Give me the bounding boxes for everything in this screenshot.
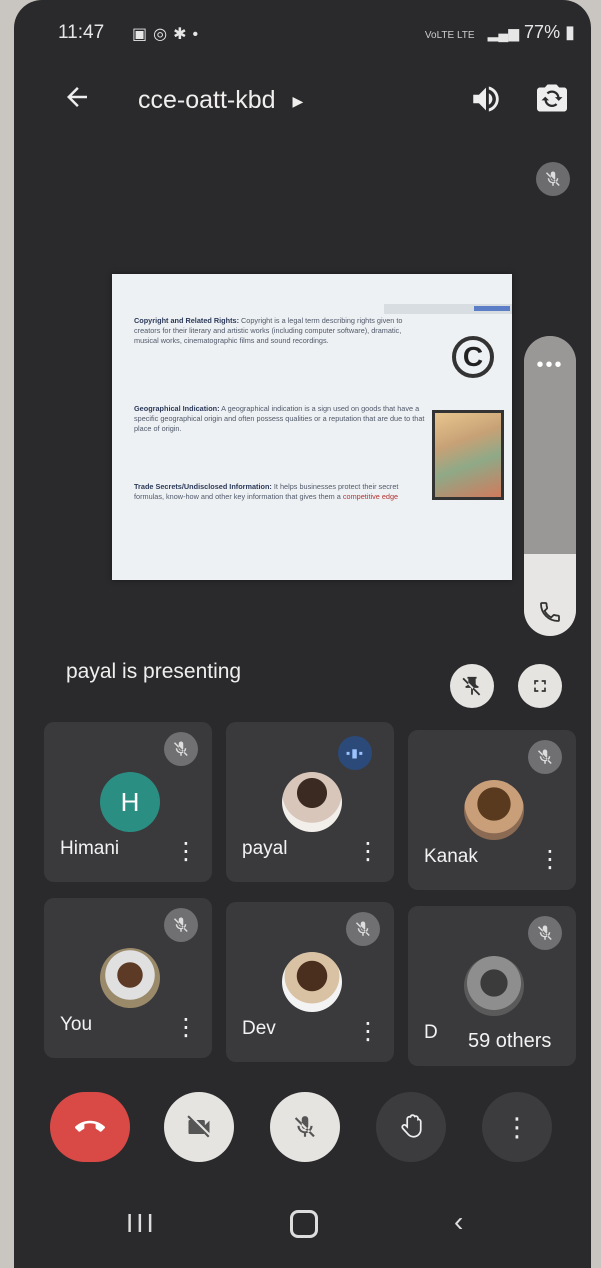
status-bar: 11:47 ▣◎✱• VoLTE LTE ▂▄▆ 77% ▮ xyxy=(58,18,575,48)
participant-name: payal xyxy=(242,838,288,859)
dot-icon: • xyxy=(192,26,205,43)
presenting-label: payal is presenting xyxy=(66,660,242,683)
home-button[interactable] xyxy=(290,1210,318,1238)
battery-icon: ▮ xyxy=(565,22,575,42)
others-count-label[interactable]: 59 others xyxy=(462,1026,558,1057)
speaking-indicator-icon: ▪▮▪ xyxy=(338,736,372,770)
meeting-title[interactable]: cce-oatt-kbd ▶ xyxy=(138,86,303,115)
p3-highlight: competitive edge xyxy=(342,492,399,501)
avatar xyxy=(282,952,342,1012)
fullscreen-icon[interactable] xyxy=(518,664,562,708)
mic-off-icon xyxy=(346,912,380,946)
artwork-image xyxy=(432,410,504,500)
phone-screen: 11:47 ▣◎✱• VoLTE LTE ▂▄▆ 77% ▮ cce-oatt-… xyxy=(14,0,591,1268)
caret-right-icon: ▶ xyxy=(292,92,304,109)
more-vert-icon[interactable]: ⋮ xyxy=(538,848,562,872)
notification-icons: ▣◎✱• xyxy=(132,24,204,44)
signal-icon: ▂▄▆ xyxy=(487,25,520,41)
mic-off-icon xyxy=(528,916,562,950)
mic-off-icon xyxy=(528,740,562,774)
status-time: 11:47 xyxy=(58,22,105,43)
slide-paragraph-trade-secrets: Trade Secrets/Undisclosed Information: I… xyxy=(134,482,430,502)
avatar xyxy=(464,780,524,840)
participant-name: D xyxy=(424,1022,438,1043)
participant-name: Himani xyxy=(60,838,120,859)
meeting-code: cce-oatt-kbd xyxy=(138,86,276,114)
participant-tile-kanak[interactable]: Kanak ⋮ xyxy=(408,730,576,890)
slide-paragraph-gi: Geographical Indication: A geographical … xyxy=(134,404,430,434)
participant-tile-himani[interactable]: H Himani ⋮ xyxy=(44,722,212,882)
more-vert-icon[interactable]: ⋮ xyxy=(174,840,198,864)
unpin-icon[interactable] xyxy=(450,664,494,708)
back-arrow-icon[interactable] xyxy=(62,82,96,116)
presenter-mic-off-icon xyxy=(536,162,570,196)
switch-camera-icon[interactable] xyxy=(534,80,572,118)
presentation-slide[interactable]: Copyright and Related Rights: Copyright … xyxy=(112,274,512,580)
android-nav-bar: III ‹ xyxy=(14,1200,591,1260)
gallery-icon: ▣ xyxy=(132,26,154,43)
more-vert-icon[interactable]: ⋮ xyxy=(356,840,380,864)
more-vert-icon[interactable]: ⋮ xyxy=(174,1016,198,1040)
back-nav-icon[interactable]: ‹ xyxy=(454,1206,463,1238)
avatar xyxy=(282,772,342,832)
mic-off-icon xyxy=(164,908,198,942)
copyright-symbol-icon: C xyxy=(452,336,494,378)
more-options-button[interactable]: ⋮ xyxy=(482,1092,552,1162)
battery-text: 77% xyxy=(524,22,561,42)
avatar: H xyxy=(100,772,160,832)
participant-tile-dev[interactable]: Dev ⋮ xyxy=(226,902,394,1062)
p2-title: Geographical Indication: xyxy=(134,404,220,413)
slide-paragraph-copyright: Copyright and Related Rights: Copyright … xyxy=(134,316,424,346)
avatar xyxy=(100,948,160,1008)
status-right: VoLTE LTE ▂▄▆ 77% ▮ xyxy=(425,22,575,43)
mic-off-button[interactable] xyxy=(270,1092,340,1162)
whatsapp-icon: ◎ xyxy=(153,26,174,43)
end-call-button[interactable] xyxy=(50,1092,130,1162)
side-call-panel[interactable]: ••• xyxy=(524,336,576,636)
participant-name: Dev xyxy=(242,1018,276,1039)
participant-tile-payal[interactable]: ▪▮▪ payal ⋮ xyxy=(226,722,394,882)
panel-more-icon[interactable]: ••• xyxy=(524,354,576,377)
speaker-icon[interactable] xyxy=(469,82,505,118)
slide-toolbar-strip xyxy=(384,304,512,314)
participant-name: Kanak xyxy=(424,846,478,867)
meeting-top-bar: cce-oatt-kbd ▶ xyxy=(14,70,591,130)
phone-handset-icon[interactable] xyxy=(538,600,562,624)
pinwheel-icon: ✱ xyxy=(173,26,193,43)
participant-name: You xyxy=(60,1014,93,1035)
raise-hand-button[interactable] xyxy=(376,1092,446,1162)
p3-title: Trade Secrets/Undisclosed Information: xyxy=(134,482,272,491)
participant-tile-you[interactable]: You ⋮ xyxy=(44,898,212,1058)
camera-off-button[interactable] xyxy=(164,1092,234,1162)
avatar xyxy=(464,956,524,1016)
network-label: VoLTE LTE xyxy=(424,30,475,41)
p1-title: Copyright and Related Rights: xyxy=(134,316,239,325)
recent-apps-button[interactable]: III xyxy=(126,1208,157,1239)
more-vert-icon[interactable]: ⋮ xyxy=(356,1020,380,1044)
mic-off-icon xyxy=(164,732,198,766)
